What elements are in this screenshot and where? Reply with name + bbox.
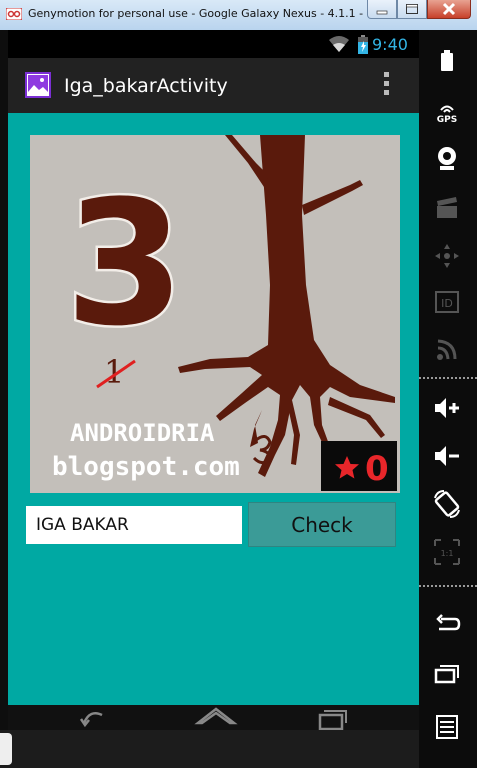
wifi-icon [329,36,349,52]
window-title: Genymotion for personal use - Google Gal… [28,7,378,20]
status-clock: 9:40 [372,35,408,54]
video-icon[interactable] [431,192,463,224]
svg-text:GPS: GPS [437,115,457,125]
gps-icon[interactable]: GPS [431,98,463,130]
dpad-icon[interactable] [431,240,463,272]
back-icon[interactable] [72,705,112,730]
rss-icon[interactable] [431,334,463,366]
emulator-sidebar: GPS ID 1:1 [419,30,477,768]
phone-screen: 9:40 Iga_bakarActivity 3 1 ANDROIDRIA bl… [8,30,419,730]
taskbar [0,730,419,768]
sidebar-divider [419,585,477,587]
battery-icon [358,35,368,54]
rotate-icon[interactable] [431,488,463,520]
androidria-logo-image: 3 1 ANDROIDRIA blogspot.com 0 [30,135,400,493]
window-titlebar: Genymotion for personal use - Google Gal… [0,0,477,30]
overflow-menu-icon[interactable] [384,72,389,98]
battery-icon[interactable] [431,48,463,80]
volume-up-icon[interactable] [431,392,463,424]
close-icon [442,2,456,16]
activity-title: Iga_bakarActivity [64,75,228,97]
close-window-button[interactable] [427,0,471,19]
app-icon[interactable] [25,72,51,98]
id-icon[interactable]: ID [431,286,463,318]
check-button[interactable]: Check [248,502,396,547]
webcam-icon[interactable] [431,142,463,174]
status-bar: 9:40 [8,30,419,58]
back-icon[interactable] [431,608,463,640]
maximize-icon [406,4,418,14]
minimize-icon [376,10,388,15]
logo-line-2: blogspot.com [52,452,240,482]
score-value: 0 [365,449,389,489]
logo-line-1: ANDROIDRIA [70,419,215,447]
activity-content: 3 1 ANDROIDRIA blogspot.com 0 Check [8,113,419,705]
taskbar-app-icon[interactable] [0,733,12,765]
menu-icon[interactable] [431,710,463,742]
recent-apps-icon[interactable] [431,658,463,690]
maximize-button[interactable] [397,0,427,19]
sidebar-divider [419,377,477,379]
pixel-perfect-icon[interactable]: 1:1 [431,536,463,568]
svg-text:1:1: 1:1 [441,549,454,558]
navigation-bar [8,705,419,730]
volume-down-icon[interactable] [431,440,463,472]
minimize-button[interactable] [367,0,397,19]
home-icon[interactable] [194,705,238,730]
name-input[interactable] [26,506,242,544]
big-number: 3 [65,163,185,364]
action-bar: Iga_bakarActivity [8,58,419,113]
svg-text:ID: ID [441,297,453,310]
genymotion-logo-icon [6,8,22,20]
recent-apps-icon[interactable] [314,705,350,730]
